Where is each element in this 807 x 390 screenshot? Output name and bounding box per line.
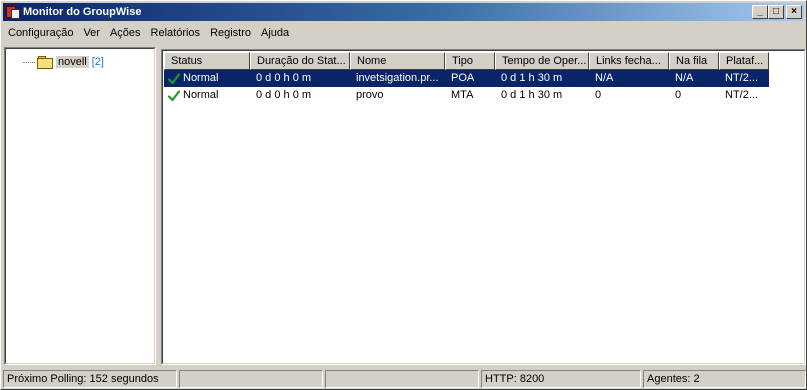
column-header-fila[interactable]: Na fila <box>669 52 719 70</box>
plataforma-cell: NT/2... <box>725 89 759 101</box>
menu-ajuda[interactable]: Ajuda <box>256 24 294 42</box>
column-header-status[interactable]: Status <box>164 52 250 70</box>
minimize-button[interactable]: _ <box>752 5 768 19</box>
nome-cell: provo <box>356 89 384 101</box>
menu-registro[interactable]: Registro <box>205 24 256 42</box>
menu-acoes[interactable]: Ações <box>105 24 146 42</box>
check-icon <box>168 72 180 84</box>
maximize-icon: □ <box>772 6 780 17</box>
table-row[interactable]: Normal 0 d 0 h 0 m provo MTA 0 d 1 h 30 … <box>164 87 769 104</box>
column-header-nome[interactable]: Nome <box>350 52 445 70</box>
status-cell: Normal <box>164 70 250 87</box>
domain-tree-panel[interactable]: novell [2] <box>4 47 156 365</box>
status-polling: Próximo Polling: 152 segundos <box>3 370 177 388</box>
menu-ver[interactable]: Ver <box>78 24 105 42</box>
links-cell: N/A <box>595 72 614 84</box>
status-text: Normal <box>183 72 219 84</box>
column-header-duracao[interactable]: Duração do Stat... <box>250 52 350 70</box>
table-body: Normal 0 d 0 h 0 m invetsigation.pr... P… <box>164 70 769 104</box>
tempo-cell: 0 d 1 h 30 m <box>501 72 563 84</box>
folder-icon <box>37 56 53 69</box>
duracao-cell: 0 d 0 h 0 m <box>256 89 312 101</box>
groupwise-app-icon[interactable] <box>6 5 20 19</box>
menu-relatorios[interactable]: Relatórios <box>146 24 206 42</box>
agents-list-panel[interactable]: Status Duração do Stat... Nome Tipo Temp… <box>161 49 806 365</box>
fila-cell: N/A <box>675 72 694 84</box>
tree-node-label: novell <box>56 56 89 68</box>
tempo-cell: 0 d 1 h 30 m <box>501 89 563 101</box>
tree-node-count: [2] <box>91 56 104 68</box>
tree-node-novell[interactable]: novell [2] <box>23 56 104 69</box>
title-bar[interactable]: Monitor do GroupWise _ □ × <box>3 3 804 21</box>
status-pane-empty-2 <box>325 370 479 388</box>
status-http: HTTP: 8200 <box>481 370 641 388</box>
status-cell: Normal <box>164 87 250 104</box>
minimize-icon: _ <box>757 6 763 17</box>
nome-cell: invetsigation.pr... <box>356 72 439 84</box>
menu-bar: Configuração Ver Ações Relatórios Regist… <box>3 23 804 43</box>
table-header: Status Duração do Stat... Nome Tipo Temp… <box>164 52 769 70</box>
status-agents: Agentes: 2 <box>643 370 806 388</box>
column-header-plataforma[interactable]: Plataf... <box>719 52 769 70</box>
status-pane-empty-1 <box>179 370 323 388</box>
tipo-cell: MTA <box>451 89 474 101</box>
links-cell: 0 <box>595 89 602 101</box>
check-icon <box>168 89 180 101</box>
column-header-links[interactable]: Links fecha... <box>589 52 669 70</box>
column-header-tempo[interactable]: Tempo de Oper... <box>495 52 589 70</box>
duracao-cell: 0 d 0 h 0 m <box>256 72 312 84</box>
status-bar: Próximo Polling: 152 segundos HTTP: 8200… <box>1 369 807 389</box>
fila-cell: 0 <box>675 89 682 101</box>
window-title: Monitor do GroupWise <box>23 6 142 18</box>
close-icon: × <box>791 6 797 17</box>
status-text: Normal <box>183 89 219 101</box>
close-button[interactable]: × <box>786 5 802 19</box>
app-window: Monitor do GroupWise _ □ × Configuração … <box>0 0 807 390</box>
tree-connector <box>23 61 35 63</box>
menu-configuracao[interactable]: Configuração <box>3 24 78 42</box>
window-controls: _ □ × <box>752 5 802 19</box>
plataforma-cell: NT/2... <box>725 72 759 84</box>
tipo-cell: POA <box>451 72 475 84</box>
maximize-button[interactable]: □ <box>768 5 784 19</box>
table-row[interactable]: Normal 0 d 0 h 0 m invetsigation.pr... P… <box>164 70 769 87</box>
column-header-tipo[interactable]: Tipo <box>445 52 495 70</box>
